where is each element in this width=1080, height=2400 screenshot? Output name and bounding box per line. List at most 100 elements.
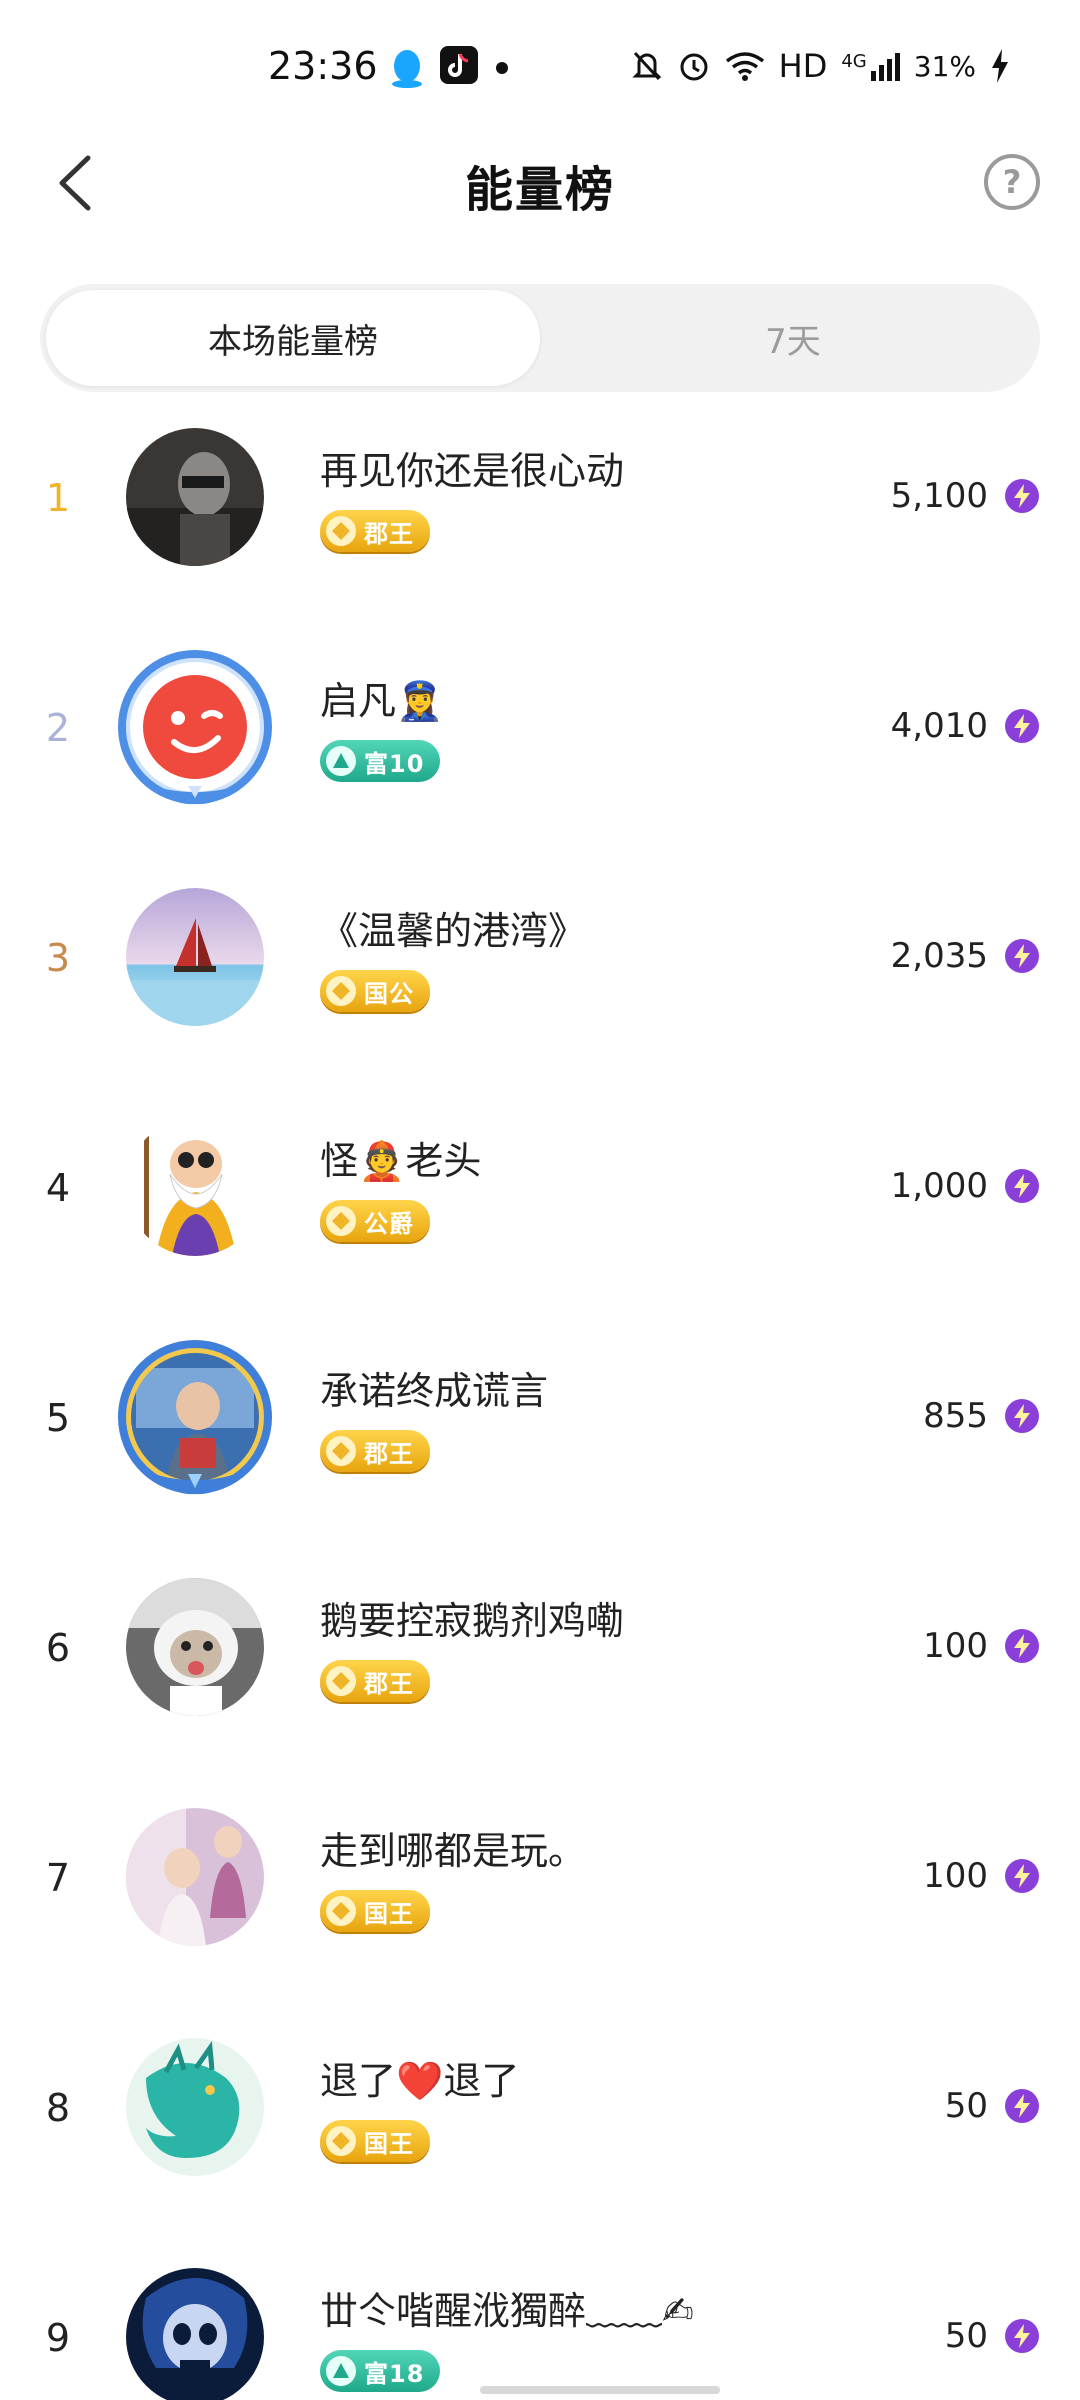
wifi-icon	[725, 51, 765, 81]
ranking-row[interactable]: 8 退了❤️退了 国王 50	[0, 2030, 1080, 2260]
energy-score: 4,010	[890, 706, 988, 746]
badge-label: 国王	[364, 1899, 414, 1928]
rank-number: 4	[45, 1166, 71, 1210]
ranking-row[interactable]: 2 启凡👮‍♀️ 富10 4,010	[0, 650, 1080, 880]
diamond-icon	[326, 2126, 356, 2156]
badge-label: 郡王	[364, 1439, 414, 1468]
rank-badge: 公爵	[320, 1200, 430, 1242]
ranking-row[interactable]: 6 鹅要控寂鹅剂鸡嘞 郡王 100	[0, 1570, 1080, 1800]
charging-bolt-icon	[990, 49, 1010, 83]
diamond-icon	[326, 1666, 356, 1696]
frame-wing-icon	[150, 1468, 240, 1498]
user-name: 承诺终成谎言	[320, 1369, 549, 1413]
ranking-row[interactable]: 7 走到哪都是玩。 国王 100	[0, 1800, 1080, 2030]
energy-score: 2,035	[890, 936, 988, 976]
hd-label: HD	[778, 47, 828, 85]
user-name: 再见你还是很心动	[320, 449, 625, 493]
diamond-icon	[326, 516, 356, 546]
rank-number: 9	[45, 2316, 71, 2360]
alarm-icon	[677, 49, 711, 83]
tab-bar: 本场能量榜 7天	[40, 284, 1040, 392]
energy-score: 1,000	[890, 1166, 988, 1206]
triangle-icon	[326, 2356, 356, 2386]
avatar[interactable]	[126, 428, 264, 566]
avatar[interactable]	[126, 888, 264, 1026]
badge-label: 郡王	[364, 1669, 414, 1698]
energy-score: 100	[923, 1856, 988, 1896]
user-name: 怪👲老头	[320, 1139, 482, 1183]
wealth-badge: 富10	[320, 740, 441, 782]
tab-current-session[interactable]: 本场能量榜	[46, 290, 540, 386]
energy-score: 855	[923, 1396, 988, 1436]
badge-label: 富10	[364, 749, 425, 778]
energy-bolt-icon	[1004, 1398, 1040, 1434]
badge-label: 公爵	[364, 1209, 414, 1238]
energy-bolt-icon	[1004, 1628, 1040, 1664]
diamond-icon	[326, 976, 356, 1006]
notification-dot-icon	[496, 62, 508, 74]
energy-bolt-icon	[1004, 2318, 1040, 2354]
ranking-row[interactable]: 4 怪👲老头 公爵 1,000	[0, 1110, 1080, 1340]
rank-number: 8	[45, 2086, 71, 2130]
ranking-row[interactable]: 9 丗仒喈醒浌獨醉﹏﹏✍ 富18 50	[0, 2260, 1080, 2400]
user-name: 《温馨的港湾》	[320, 909, 587, 953]
avatar[interactable]	[126, 1118, 264, 1256]
energy-score: 50	[944, 2316, 988, 2356]
rank-badge: 郡王	[320, 1660, 430, 1702]
rank-badge: 国王	[320, 2120, 430, 2162]
energy-bolt-icon	[1004, 938, 1040, 974]
rank-number: 7	[45, 1856, 71, 1900]
scroll-indicator	[480, 2386, 720, 2394]
ranking-row[interactable]: 3 《温馨的港湾》 国公 2,035	[0, 880, 1080, 1110]
diamond-icon	[326, 1436, 356, 1466]
page-title: 能量榜	[464, 162, 615, 218]
rank-badge: 国公	[320, 970, 430, 1012]
avatar[interactable]	[126, 1808, 264, 1946]
frame-wing-icon	[150, 778, 240, 808]
status-time: 23:36	[268, 44, 378, 88]
rank-number: 5	[45, 1396, 71, 1440]
screen: 23:36 HD 4G 31% 能量榜 ? 本场能量榜 7天 1 再见你还是很心…	[0, 0, 1080, 2400]
energy-bolt-icon	[1004, 708, 1040, 744]
avatar[interactable]	[126, 2268, 264, 2400]
badge-label: 郡王	[364, 519, 414, 548]
battery-percent: 31%	[913, 49, 976, 83]
energy-bolt-icon	[1004, 478, 1040, 514]
rank-badge: 郡王	[320, 510, 430, 552]
user-name: 鹅要控寂鹅剂鸡嘞	[320, 1599, 625, 1643]
rank-number: 1	[45, 476, 71, 520]
mute-bell-icon	[631, 49, 663, 83]
rank-number: 2	[45, 706, 71, 750]
energy-bolt-icon	[1004, 1168, 1040, 1204]
avatar[interactable]	[126, 1578, 264, 1716]
diamond-icon	[326, 1206, 356, 1236]
tiktok-icon	[440, 46, 478, 84]
badge-label: 国公	[364, 979, 414, 1008]
user-name: 启凡👮‍♀️	[320, 679, 444, 723]
help-button[interactable]: ?	[984, 154, 1040, 210]
avatar[interactable]	[126, 2038, 264, 2176]
status-right-group: HD 4G 31%	[631, 44, 1010, 88]
question-mark-icon: ?	[1002, 163, 1022, 201]
tab-7-days[interactable]: 7天	[546, 284, 1040, 392]
badge-label: 国王	[364, 2129, 414, 2158]
user-name: 退了❤️退了	[320, 2059, 520, 2103]
energy-score: 100	[923, 1626, 988, 1666]
rank-number: 6	[45, 1626, 71, 1670]
user-name: 丗仒喈醒浌獨醉﹏﹏✍	[320, 2289, 694, 2333]
rank-number: 3	[45, 936, 71, 980]
diamond-icon	[326, 1896, 356, 1926]
energy-bolt-icon	[1004, 2088, 1040, 2124]
qq-icon	[390, 48, 424, 88]
status-bar: 23:36 HD 4G 31%	[0, 0, 1080, 130]
ranking-list: 1 再见你还是很心动 郡王 5,100	[0, 420, 1080, 2400]
energy-score: 5,100	[890, 476, 988, 516]
cellular-signal-icon: 4G	[841, 51, 900, 81]
rank-badge: 国王	[320, 1890, 430, 1932]
ranking-row[interactable]: 5 承诺终成谎言 郡王 855	[0, 1340, 1080, 1570]
wealth-badge: 富18	[320, 2350, 441, 2392]
user-name: 走到哪都是玩。	[320, 1829, 587, 1873]
ranking-row[interactable]: 1 再见你还是很心动 郡王 5,100	[0, 420, 1080, 650]
triangle-icon	[326, 746, 356, 776]
rank-badge: 郡王	[320, 1430, 430, 1472]
